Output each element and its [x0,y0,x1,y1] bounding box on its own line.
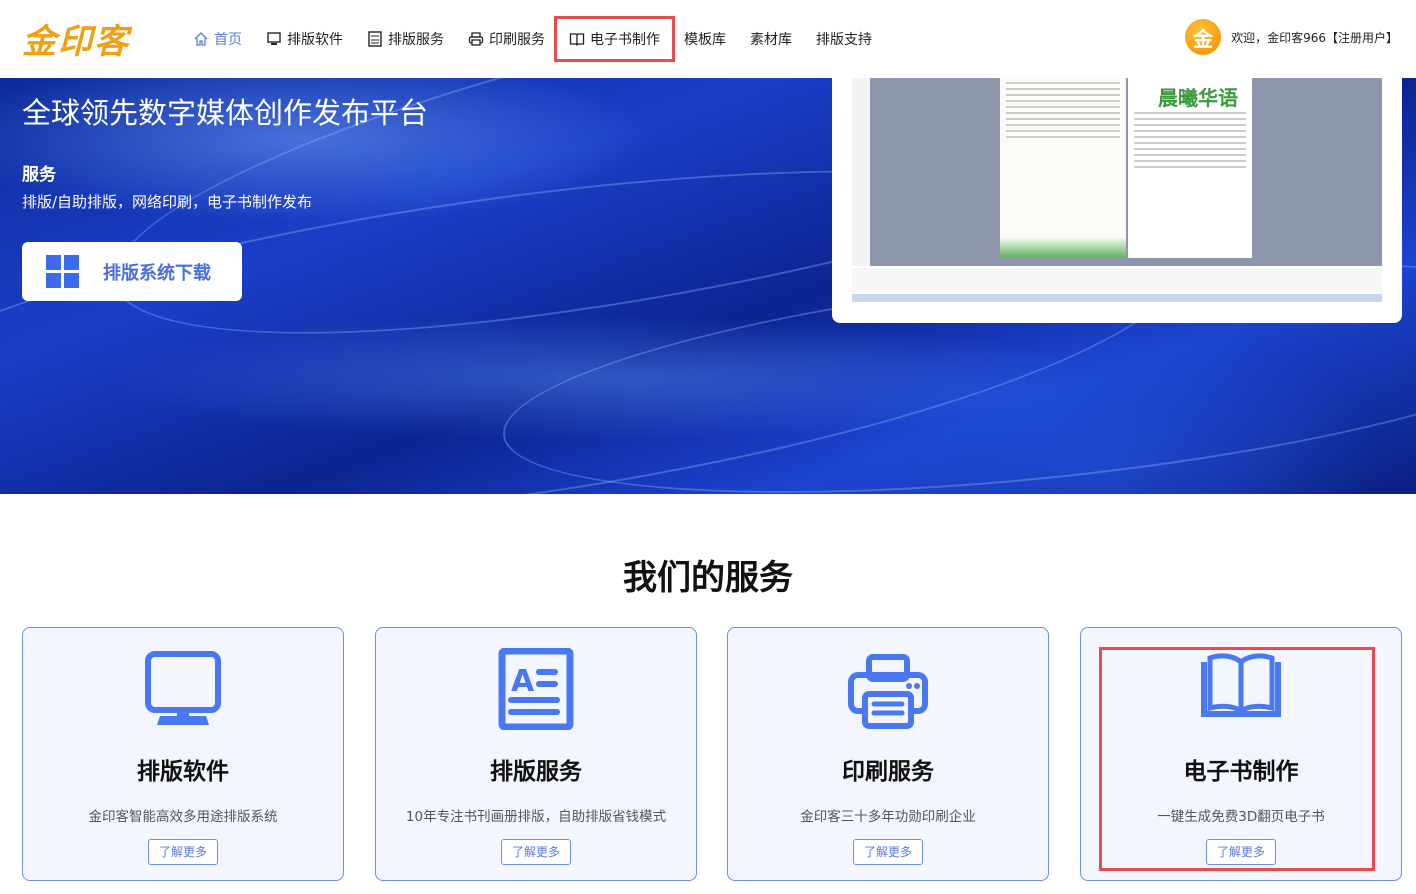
nav-print-service[interactable]: 印刷服务 [468,29,545,49]
card-title: 排版软件 [137,759,229,785]
learn-more-button[interactable]: 了解更多 [1206,839,1276,865]
card-title: 排版服务 [490,759,582,785]
preview-statusbar [852,294,1382,302]
printer-icon [468,32,484,46]
home-icon [194,32,208,46]
nav-templates[interactable]: 模板库 [684,29,726,49]
preview-page-left [1000,78,1126,258]
avatar[interactable]: 金 [1185,19,1222,55]
nav-materials[interactable]: 素材库 [750,29,792,49]
nav-home[interactable]: 首页 [193,29,242,49]
monitor-icon [145,651,221,725]
hero-subtitle: 排版/自助排版，网络印刷，电子书制作发布 [22,193,313,211]
document-icon [368,31,382,47]
welcome-text[interactable]: 欢迎，金印客966【注册用户】 [1231,29,1398,46]
nav-label: 素材库 [750,32,792,48]
nav-layout-service[interactable]: 排版服务 [367,29,444,49]
nav-label: 排版支持 [816,32,872,48]
nav-label: 首页 [214,32,242,48]
nav-label: 印刷服务 [489,32,545,48]
hero-title: 全球领先数字媒体创作发布平台 [22,96,429,130]
preview-toolbar [852,78,870,266]
printer-icon [848,654,928,729]
nav-label: 排版服务 [388,32,444,48]
service-card-layout-service[interactable]: A 排版服务 10年专注书刊画册排版，自助排版省钱模式 了解更多 [375,627,697,881]
card-desc: 一键生成免费3D翻页电子书 [1157,809,1325,825]
windows-icon [46,255,79,288]
learn-more-button[interactable]: 了解更多 [853,839,923,865]
preview-newspaper-title: 晨曦华语 [1158,86,1238,110]
nav-label: 电子书制作 [590,32,660,48]
nav-layout-software[interactable]: 排版软件 [266,29,343,49]
header: 金印客 首页 排版软件 排版服务 印刷服务 电子书制作 模板库 素材库 排版支持… [0,0,1416,78]
main-nav: 首页 排版软件 排版服务 印刷服务 电子书制作 模板库 素材库 排版支持 [193,0,896,78]
service-card-layout-software[interactable]: 排版软件 金印客智能高效多用途排版系统 了解更多 [22,627,344,881]
hero-subheading: 服务 [22,165,56,185]
nav-support[interactable]: 排版支持 [816,29,872,49]
nav-label: 排版软件 [287,32,343,48]
svg-text:A: A [511,664,535,699]
card-desc: 金印客智能高效多用途排版系统 [88,809,278,825]
download-label: 排版系统下载 [103,262,211,284]
monitor-icon [267,32,281,45]
book-icon [1201,653,1281,717]
preview-page-right: 晨曦华语 [1128,78,1252,258]
card-desc: 10年专注书刊画册排版，自助排版省钱模式 [405,809,667,825]
nav-label: 模板库 [684,32,726,48]
card-title: 电子书制作 [1183,759,1299,785]
card-title: 印刷服务 [842,759,934,785]
card-desc: 金印客三十多年功勋印刷企业 [800,809,976,825]
learn-more-button[interactable]: 了解更多 [148,839,218,865]
preview-thumbnails [852,268,1382,292]
preview-workspace: 晨曦华语 [852,78,1382,266]
document-icon: A [498,648,574,730]
learn-more-button[interactable]: 了解更多 [501,839,571,865]
service-card-ebook[interactable]: 电子书制作 一键生成免费3D翻页电子书 了解更多 [1080,627,1402,881]
services-title: 我们的服务 [623,558,793,598]
hero-banner: 全球领先数字媒体创作发布平台 服务 排版/自助排版，网络印刷，电子书制作发布 排… [0,78,1416,494]
service-card-print-service[interactable]: 印刷服务 金印客三十多年功勋印刷企业 了解更多 [727,627,1049,881]
software-preview: 晨曦华语 [832,78,1402,323]
user-info[interactable]: 金 欢迎，金印客966【注册用户】 [1185,19,1398,55]
download-button[interactable]: 排版系统下载 [22,242,242,301]
nav-ebook[interactable]: 电子书制作 [554,16,675,62]
logo[interactable]: 金印客 [22,14,130,63]
book-icon [569,33,585,46]
